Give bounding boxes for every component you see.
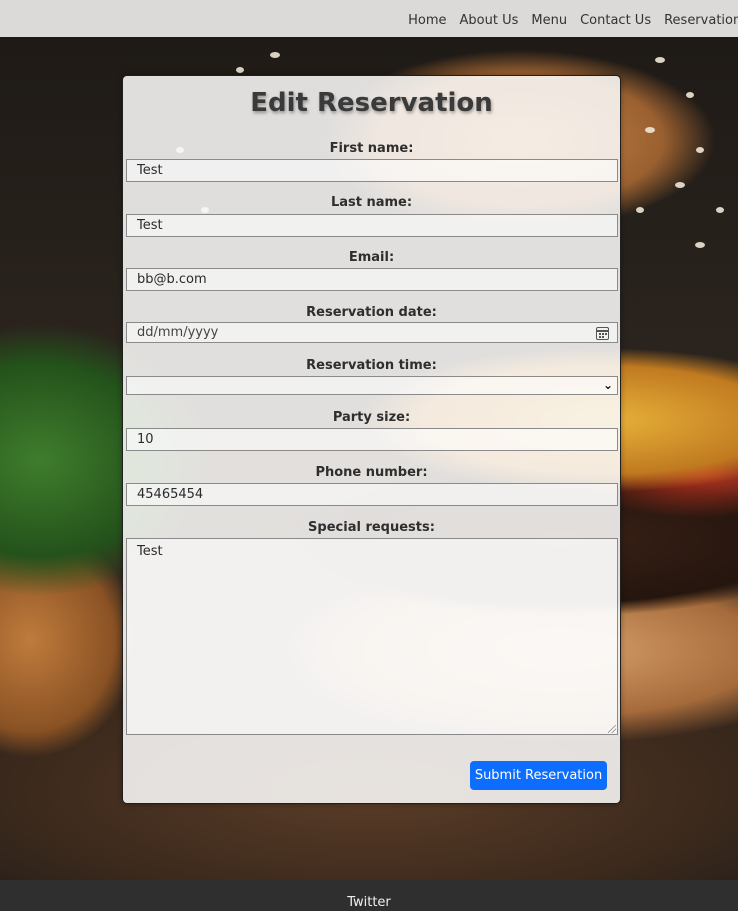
date-placeholder: dd/mm/yyyy <box>137 325 219 340</box>
party-size-field[interactable]: 10 <box>126 428 618 451</box>
nav-item-reservations[interactable]: Reservations <box>664 13 738 28</box>
email-label: Email: <box>348 250 395 265</box>
last-name-field[interactable]: Test <box>126 214 618 237</box>
reservation-date-label: Reservation date: <box>306 305 437 320</box>
twitter-link[interactable]: Twitter <box>347 895 391 910</box>
special-requests-textarea[interactable]: Test <box>126 538 618 735</box>
submit-reservation-button[interactable]: Submit Reservation <box>470 761 607 790</box>
nav-list: Home About Us Menu Contact Us Reservatio… <box>408 9 738 28</box>
first-name-field[interactable]: Test <box>126 159 618 182</box>
email-field[interactable]: bb@b.com <box>126 268 618 291</box>
reservation-date-field[interactable]: dd/mm/yyyy <box>126 322 618 343</box>
phone-number-field[interactable]: 45465454 <box>126 483 618 506</box>
phone-number-label: Phone number: <box>315 465 428 480</box>
page-title: Edit Reservation <box>250 88 493 118</box>
first-name-label: First name: <box>329 141 414 156</box>
top-navigation: Home About Us Menu Contact Us Reservatio… <box>0 0 738 37</box>
last-name-label: Last name: <box>330 195 413 210</box>
nav-item-contact-us[interactable]: Contact Us <box>580 13 651 28</box>
chevron-down-icon[interactable]: ⌄ <box>603 379 613 392</box>
resize-handle[interactable] <box>608 725 616 733</box>
special-requests-value: Test <box>137 544 163 559</box>
nav-item-about-us[interactable]: About Us <box>460 13 519 28</box>
reservation-time-label: Reservation time: <box>306 358 437 373</box>
party-size-label: Party size: <box>332 410 411 425</box>
special-requests-label: Special requests: <box>308 520 435 535</box>
nav-item-menu[interactable]: Menu <box>531 13 567 28</box>
reservation-form-card: Edit Reservation First name: Test Last n… <box>122 75 621 804</box>
reservation-time-select[interactable]: ⌄ <box>126 376 618 395</box>
footer: Twitter <box>0 880 738 911</box>
nav-item-home[interactable]: Home <box>408 13 446 28</box>
calendar-icon[interactable] <box>596 327 609 340</box>
